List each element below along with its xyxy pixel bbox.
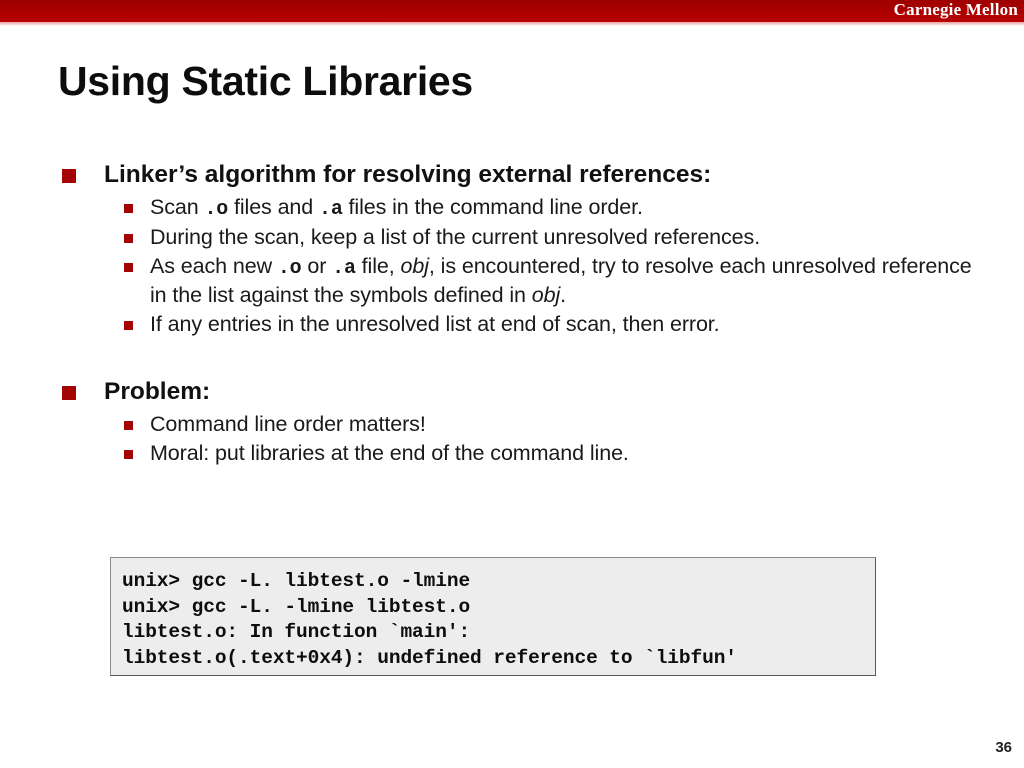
small-square-bullet-icon (124, 420, 133, 430)
code-line: libtest.o(.text+0x4): undefined referenc… (122, 646, 737, 669)
code-block: unix> gcc -L. libtest.o -lmine unix> gcc … (110, 557, 876, 676)
emphasis-text: obj (531, 282, 561, 307)
bullet-group: Problem: Command line order matters! Moral… (58, 377, 978, 468)
square-bullet-icon (62, 169, 76, 183)
square-bullet-icon (62, 385, 76, 400)
code-line: unix> gcc -L. libtest.o -lmine (122, 570, 471, 592)
brand-label: Carnegie Mellon (893, 0, 1018, 19)
small-square-bullet-icon (124, 233, 133, 243)
small-square-bullet-icon (124, 320, 133, 330)
bullet-level2: Scan .o files and .a files in the comman… (58, 194, 978, 223)
page-number: 36 (995, 739, 1012, 756)
bullet-level1-label: Linker’s algorithm for resolving externa… (104, 161, 712, 188)
inline-code: .o (204, 197, 229, 221)
bullet-level2: Moral: put libraries at the end of the c… (58, 440, 978, 468)
bullet-level2: During the scan, keep a list of the curr… (58, 224, 978, 252)
bullet-text: If any entries in the unresolved list at… (150, 311, 720, 336)
bullet-text: During the scan, keep a list of the curr… (150, 224, 761, 249)
small-square-bullet-icon (124, 262, 133, 272)
header-band (0, 0, 1024, 22)
bullet-level1: Problem: (58, 377, 978, 407)
bullet-level2: Command line order matters! (58, 411, 978, 439)
small-square-bullet-icon (124, 203, 133, 213)
bullet-text: file, (355, 253, 401, 278)
bullet-text: files and (228, 194, 320, 219)
bullet-text: Scan (150, 194, 205, 219)
slide-body: Linker’s algorithm for resolving externa… (58, 160, 978, 468)
bullet-level1-label: Problem: (104, 377, 211, 405)
bullet-text: . (560, 282, 567, 307)
bullet-level2: If any entries in the unresolved list at… (58, 311, 978, 339)
inline-code: .o (277, 256, 302, 280)
emphasis-text: obj (400, 253, 429, 278)
slide: Carnegie Mellon Using Static Libraries L… (0, 0, 1024, 768)
inline-code: .a (332, 256, 356, 280)
bullet-text: Command line order matters! (150, 411, 426, 436)
header-underline-stripe (0, 22, 1024, 26)
bullet-text: Moral: put libraries at the end of the c… (150, 440, 629, 465)
bullet-text: files in the command line order. (342, 194, 643, 219)
code-line: unix> gcc -L. -lmine libtest.o (122, 595, 471, 618)
small-square-bullet-icon (124, 449, 133, 459)
page-title: Using Static Libraries (58, 58, 473, 104)
bullet-text: or (301, 253, 333, 278)
bullet-level1: Linker’s algorithm for resolving externa… (58, 160, 978, 190)
bullet-level2: As each new .o or .a file, obj, is encou… (58, 253, 978, 310)
inline-code: .a (319, 197, 343, 221)
bullet-text: As each new (150, 253, 278, 278)
code-line: libtest.o: In function `main': (122, 621, 471, 643)
bullet-group: Linker’s algorithm for resolving externa… (58, 160, 978, 339)
